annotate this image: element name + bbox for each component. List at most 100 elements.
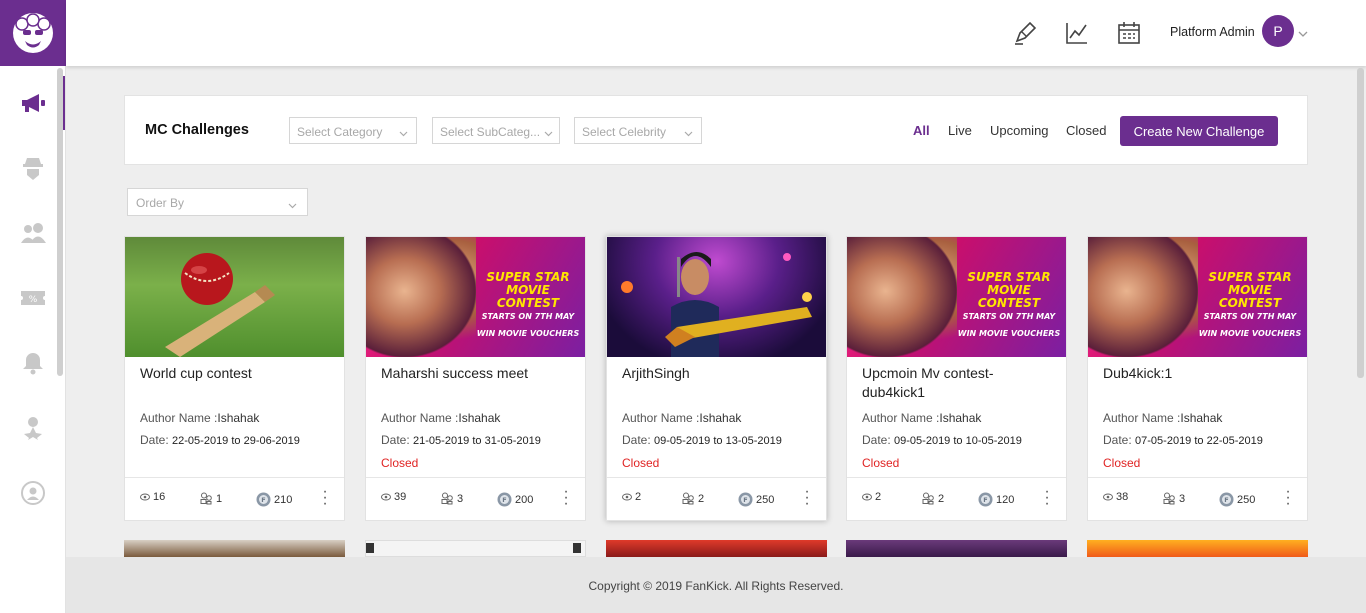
status-badge: Closed [622, 456, 660, 470]
card-title[interactable]: Maharshi success meet [381, 364, 573, 383]
status-badge: Closed [381, 456, 419, 470]
challenge-filter-bar: MC Challenges Select Category Select Sub… [124, 95, 1308, 165]
eye-icon [140, 493, 150, 501]
card-image-peek [846, 540, 1067, 557]
sidebar-item-quiz[interactable] [14, 150, 52, 188]
card-date: Date: 09-05-2019 to 13-05-2019 [622, 433, 782, 447]
svg-text:F: F [1224, 496, 1228, 504]
copyright-text: Copyright © 2019 FanKick. All Rights Res… [588, 579, 844, 593]
challenge-card[interactable]: World cup contest Author Name :Ishahak D… [124, 236, 345, 521]
card-footer: 16 1 F 210 · · · [125, 477, 344, 521]
order-by-select[interactable]: Order By [127, 188, 308, 216]
sidebar-item-notifications[interactable] [14, 344, 52, 382]
tab-closed[interactable]: Closed [1066, 123, 1106, 138]
more-options-icon[interactable]: · · · [803, 484, 811, 512]
star-user-icon [24, 417, 42, 440]
megaphone-icon [22, 94, 45, 112]
coins-stat: F 250 [1219, 492, 1255, 507]
user-name[interactable]: Platform Admin [1170, 25, 1255, 39]
coin-icon: F [1219, 492, 1234, 507]
sidebar-item-celebrities[interactable] [14, 409, 52, 447]
sidebar: % [0, 0, 66, 613]
card-title[interactable]: World cup contest [140, 364, 332, 383]
card-title[interactable]: ArjithSingh [622, 364, 814, 383]
participants-icon [922, 492, 934, 505]
participants-stat: 3 [441, 492, 463, 505]
participants-icon [1163, 492, 1175, 505]
svg-text:%: % [29, 295, 38, 305]
coins-stat: F 250 [738, 492, 774, 507]
detective-icon [23, 158, 43, 180]
create-new-challenge-button[interactable]: Create New Challenge [1120, 116, 1278, 146]
card-author: Author Name :Ishahak [381, 411, 501, 425]
sidebar-item-support[interactable] [14, 474, 52, 512]
eye-icon [862, 493, 872, 501]
card-title[interactable]: Dub4kick:1 [1103, 364, 1295, 383]
eye-icon [381, 493, 391, 501]
participants-icon [682, 492, 694, 505]
more-options-icon[interactable]: · · · [321, 484, 329, 512]
card-footer: 2 2 F 250 · · · [607, 477, 826, 521]
card-image[interactable] [607, 237, 826, 357]
calendar-icon[interactable] [1116, 20, 1142, 46]
svg-text:F: F [261, 496, 265, 504]
participants-stat: 3 [1163, 492, 1185, 505]
tab-all[interactable]: All [913, 123, 930, 138]
participants-stat: 2 [922, 492, 944, 505]
card-image[interactable] [125, 237, 344, 357]
celebrity-select[interactable]: Select Celebrity [574, 117, 702, 144]
page-footer: Copyright © 2019 FanKick. All Rights Res… [66, 557, 1366, 613]
card-author: Author Name :Ishahak [1103, 411, 1223, 425]
fankick-logo[interactable] [0, 0, 66, 66]
participants-icon [200, 492, 212, 505]
views-stat: 2 [622, 491, 641, 503]
participants-stat: 2 [682, 492, 704, 505]
card-image[interactable]: SUPER STAR MOVIE CONTEST STARTS ON 7TH M… [847, 237, 1066, 357]
challenge-card[interactable]: SUPER STAR MOVIE CONTEST STARTS ON 7TH M… [1087, 236, 1308, 521]
card-title[interactable]: Upcmoin Mv contest-dub4kick1 [862, 364, 1054, 402]
page-title: MC Challenges [145, 122, 249, 138]
card-author: Author Name :Ishahak [140, 411, 260, 425]
avatar[interactable]: P [1262, 15, 1294, 47]
sidebar-scrollbar[interactable] [57, 68, 63, 376]
card-image-peek [1087, 540, 1308, 557]
more-options-icon[interactable]: · · · [1043, 484, 1051, 512]
sidebar-item-users[interactable] [14, 214, 52, 252]
cricket-image [125, 237, 344, 357]
logo-icon [13, 13, 53, 53]
more-options-icon[interactable]: · · · [562, 484, 570, 512]
celebrity-select-placeholder: Select Celebrity [582, 125, 667, 139]
main-scrollbar[interactable] [1357, 68, 1364, 378]
card-footer: 38 3 F 250 · · · [1088, 477, 1307, 521]
card-image[interactable]: SUPER STAR MOVIE CONTEST STARTS ON 7TH M… [366, 237, 585, 357]
chevron-down-icon[interactable] [1298, 25, 1308, 43]
card-image-peek [124, 540, 345, 557]
analytics-icon[interactable] [1064, 20, 1090, 46]
category-select[interactable]: Select Category [289, 117, 417, 144]
card-date: Date: 07-05-2019 to 22-05-2019 [1103, 433, 1263, 447]
more-options-icon[interactable]: · · · [1284, 484, 1292, 512]
top-header: Platform Admin P [66, 0, 1366, 66]
challenge-card[interactable]: SUPER STAR MOVIE CONTEST STARTS ON 7TH M… [365, 236, 586, 521]
chevron-down-icon [399, 126, 408, 140]
coins-stat: F 200 [497, 492, 533, 507]
coins-stat: F 120 [978, 492, 1014, 507]
card-image-peek [365, 540, 586, 557]
concert-image [607, 237, 826, 357]
card-image[interactable]: SUPER STAR MOVIE CONTEST STARTS ON 7TH M… [1088, 237, 1307, 357]
edit-icon[interactable] [1012, 20, 1038, 46]
coin-icon: F [978, 492, 993, 507]
sidebar-item-offers[interactable]: % [14, 279, 52, 317]
support-icon [21, 481, 45, 505]
views-stat: 2 [862, 491, 881, 503]
order-by-placeholder: Order By [136, 196, 185, 210]
challenge-card[interactable]: SUPER STAR MOVIE CONTEST STARTS ON 7TH M… [846, 236, 1067, 521]
sidebar-item-challenges[interactable] [14, 84, 52, 122]
subcategory-select[interactable]: Select SubCateg... [432, 117, 560, 144]
challenge-card[interactable]: ArjithSingh Author Name :Ishahak Date: 0… [606, 236, 827, 521]
users-icon [21, 223, 46, 243]
coin-icon: F [738, 492, 753, 507]
tab-live[interactable]: Live [948, 123, 972, 138]
coin-icon: F [497, 492, 512, 507]
tab-upcoming[interactable]: Upcoming [990, 123, 1049, 138]
